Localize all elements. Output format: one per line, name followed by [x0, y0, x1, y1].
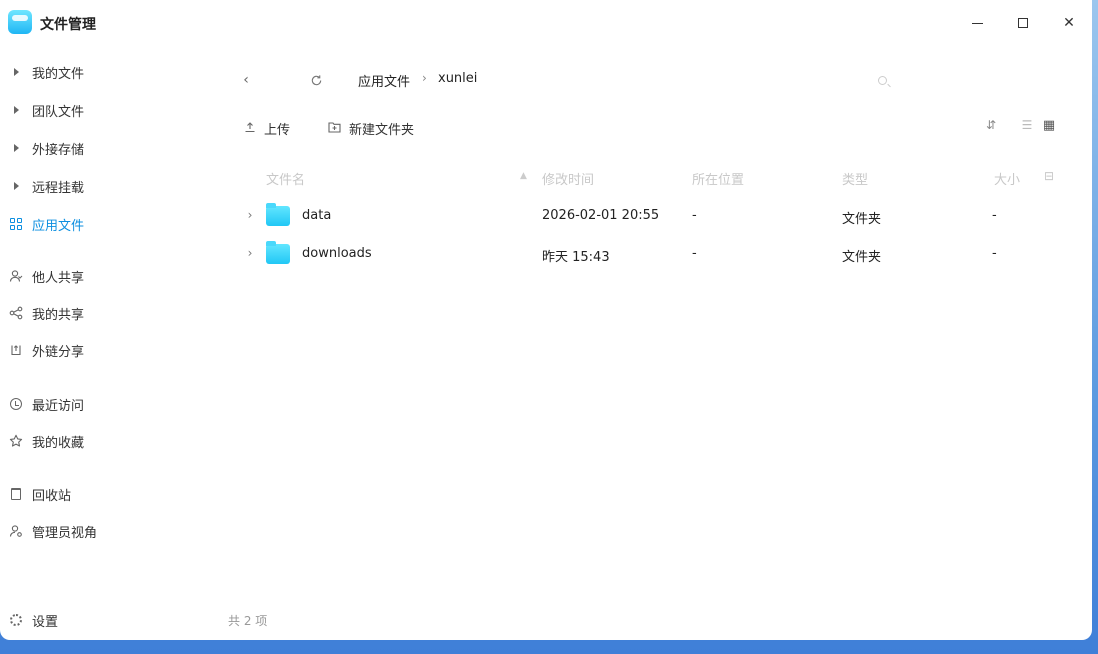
sidebar-item-label: 他人共享 — [32, 270, 85, 286]
triangle-right-icon — [8, 64, 24, 80]
folder-icon — [266, 203, 290, 226]
app-title: 文件管理 — [40, 17, 96, 33]
minimize-button[interactable] — [966, 12, 988, 34]
upload-label: 上传 — [264, 122, 291, 138]
list-view-icon: ☰ — [1021, 118, 1033, 132]
chevron-left-icon: ‹ — [243, 72, 249, 88]
column-settings-icon[interactable]: ⊟ — [1044, 169, 1054, 183]
file-type: 文件夹 — [842, 212, 882, 227]
sidebar-item-label: 应用文件 — [32, 218, 85, 234]
new-folder-button[interactable]: 新建文件夹 — [328, 118, 414, 138]
trash-icon — [8, 486, 24, 502]
sidebar-item-team-files[interactable]: 团队文件 — [8, 99, 84, 121]
sidebar: 我的文件 团队文件 外接存储 远程挂载 应用文件 他人共享 我的共享 外链分享 … — [0, 46, 220, 640]
sidebar-item-recycle-bin[interactable]: 回收站 — [8, 483, 71, 505]
sidebar-item-others-shared[interactable]: 他人共享 — [8, 265, 84, 287]
app-logo-icon — [8, 10, 32, 34]
breadcrumb-separator: › — [422, 71, 427, 85]
sidebar-item-label: 我的收藏 — [32, 435, 85, 451]
sidebar-item-external-storage[interactable]: 外接存储 — [8, 137, 84, 159]
triangle-right-icon — [8, 140, 24, 156]
upload-icon — [244, 121, 256, 136]
sidebar-item-remote-mount[interactable]: 远程挂载 — [8, 175, 84, 197]
table-row[interactable]: › data 2026-02-01 20:55 - 文件夹 - — [228, 197, 1092, 235]
sort-asc-icon[interactable]: ▲ — [520, 171, 527, 181]
breadcrumb-current[interactable]: xunlei — [438, 71, 477, 86]
clock-icon — [8, 396, 24, 412]
maximize-icon — [1018, 18, 1028, 28]
file-location: - — [692, 208, 697, 223]
star-icon — [8, 433, 24, 449]
chevron-right-icon[interactable]: › — [244, 208, 256, 222]
file-mtime: 昨天 15:43 — [542, 250, 610, 265]
column-header-type[interactable]: 类型 — [842, 169, 868, 188]
file-name: data — [302, 208, 332, 223]
sidebar-item-label: 我的文件 — [32, 66, 85, 82]
link-share-icon — [8, 342, 24, 358]
share-icon — [8, 305, 24, 321]
admin-icon — [8, 523, 24, 539]
column-header-name[interactable]: 文件名 — [266, 169, 305, 188]
close-button[interactable]: ✕ — [1058, 12, 1080, 34]
back-button[interactable]: ‹ — [236, 70, 256, 90]
users-icon — [8, 268, 24, 284]
sidebar-item-recent[interactable]: 最近访问 — [8, 393, 84, 415]
triangle-right-icon — [8, 178, 24, 194]
refresh-icon — [311, 74, 321, 85]
sidebar-item-app-files[interactable]: 应用文件 — [8, 213, 84, 235]
sidebar-item-label: 远程挂载 — [32, 180, 85, 196]
column-header-size[interactable]: 大小 — [994, 169, 1020, 188]
table-header: 文件名 ▲ 修改时间 所在位置 类型 大小 ⊟ — [228, 166, 1092, 188]
grid-view-icon: ▦ — [1042, 118, 1056, 133]
triangle-right-icon — [8, 102, 24, 118]
sidebar-item-label: 管理员视角 — [32, 525, 98, 541]
file-size: - — [992, 208, 997, 223]
folder-icon — [266, 241, 290, 264]
new-folder-label: 新建文件夹 — [349, 122, 415, 138]
grid-view-button[interactable]: ▦ — [1040, 118, 1058, 133]
table-row[interactable]: › downloads 昨天 15:43 - 文件夹 - — [228, 235, 1092, 273]
file-name: downloads — [302, 246, 372, 261]
new-folder-icon — [328, 121, 341, 136]
sidebar-item-my-shares[interactable]: 我的共享 — [8, 302, 84, 324]
title-bar[interactable]: 文件管理 ✕ — [0, 0, 1092, 46]
sort-icon: ⇵ — [985, 118, 997, 132]
column-header-mtime[interactable]: 修改时间 — [542, 169, 594, 188]
sidebar-item-label: 外接存储 — [32, 142, 85, 158]
sidebar-item-admin-view[interactable]: 管理员视角 — [8, 520, 97, 542]
main-panel: ‹ 应用文件 › xunlei 上传 新建文件夹 ⇵ ☰ ▦ 文件名 ▲ 修改时… — [228, 46, 1092, 640]
file-size: - — [992, 246, 997, 261]
sort-button[interactable]: ⇵ — [982, 118, 1000, 132]
chevron-right-icon[interactable]: › — [244, 246, 256, 260]
close-icon: ✕ — [1063, 15, 1075, 31]
sidebar-item-label: 团队文件 — [32, 104, 85, 120]
breadcrumb-app-files[interactable]: 应用文件 — [358, 71, 410, 90]
sidebar-item-label: 我的共享 — [32, 307, 85, 323]
sidebar-item-my-files[interactable]: 我的文件 — [8, 61, 84, 83]
settings-button[interactable]: 设置 — [8, 609, 58, 631]
settings-label: 设置 — [32, 614, 59, 630]
sidebar-item-label: 最近访问 — [32, 398, 85, 414]
sidebar-item-label: 外链分享 — [32, 344, 85, 360]
search-icon — [877, 75, 887, 85]
gear-icon — [8, 612, 24, 628]
list-view-button[interactable]: ☰ — [1018, 118, 1036, 132]
file-type: 文件夹 — [842, 250, 882, 265]
file-location: - — [692, 246, 697, 261]
item-count: 共 2 项 — [228, 614, 268, 628]
file-mtime: 2026-02-01 20:55 — [542, 208, 660, 223]
column-header-location[interactable]: 所在位置 — [692, 169, 744, 188]
maximize-button[interactable] — [1012, 12, 1034, 34]
minimize-icon — [971, 22, 983, 24]
sidebar-item-label: 回收站 — [32, 488, 72, 504]
file-manager-window: 文件管理 ✕ 我的文件 团队文件 外接存储 远程挂载 应用文件 他人共享 我的共… — [0, 0, 1092, 640]
refresh-button[interactable] — [306, 70, 326, 90]
search-button[interactable] — [872, 70, 892, 90]
sidebar-item-favorites[interactable]: 我的收藏 — [8, 430, 84, 452]
sidebar-item-link-shares[interactable]: 外链分享 — [8, 339, 84, 361]
grid-icon — [8, 216, 24, 232]
upload-button[interactable]: 上传 — [244, 118, 290, 138]
